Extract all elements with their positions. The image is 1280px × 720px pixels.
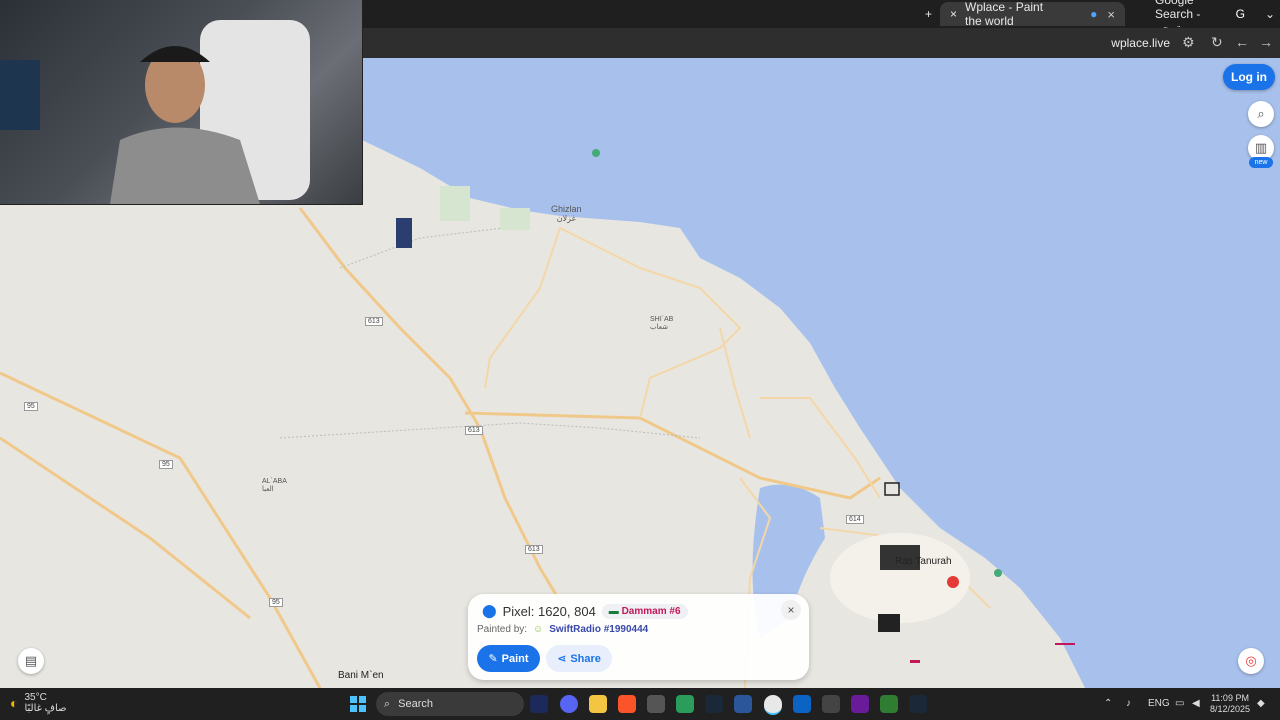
webcam-overlay	[0, 0, 363, 205]
road-number: 95	[269, 598, 283, 607]
place-label-shiab: SHI`AB شعاب	[650, 316, 674, 331]
windows-start-icon[interactable]	[350, 696, 366, 712]
globe-icon: ●	[1090, 7, 1098, 21]
pencil-icon: ✎	[488, 653, 498, 665]
place-label-bani-men: Bani M`en	[338, 670, 384, 681]
user-avatar-icon: ☺	[533, 624, 544, 635]
share-button[interactable]: ⋖ Share	[546, 645, 612, 672]
google-icon: G	[1235, 7, 1245, 21]
app-icon-blue[interactable]	[734, 695, 752, 713]
reload-icon[interactable]: ↻	[1211, 34, 1223, 51]
paint-button[interactable]: ✎ Paint	[477, 645, 540, 672]
site-settings-icon[interactable]: ⚙	[1182, 34, 1195, 51]
notification-bell-icon[interactable]: ◆	[1257, 698, 1265, 709]
tray-chevron-icon[interactable]: ⌃	[1104, 698, 1112, 709]
pixel-info-panel: ⬤ Pixel: 1620, 804 ▬ Dammam #6 Painted b…	[468, 594, 809, 680]
park-area	[440, 186, 470, 221]
painted-by-row: Painted by: ☺ SwiftRadio #1990444	[477, 624, 649, 635]
weather-widget[interactable]: ◐ 35°C صافٍ غالبًا	[10, 692, 67, 714]
pixel-info-header: ⬤ Pixel: 1620, 804 ▬ Dammam #6	[482, 603, 688, 619]
store-icon[interactable]	[647, 695, 665, 713]
road-number: 613	[465, 426, 483, 435]
place-label-ghizlan: Ghizlan غزلان	[551, 204, 582, 223]
layers-icon[interactable]: ▤	[18, 648, 44, 674]
network-icon[interactable]: ▭	[1175, 698, 1184, 709]
webcam-person-image	[0, 20, 310, 204]
place-label-alaba: AL`ABA العبا	[262, 478, 287, 493]
search-icon: ⌕	[384, 697, 391, 710]
forward-icon[interactable]: →	[1259, 34, 1273, 50]
park-area-2	[500, 208, 530, 230]
windows-taskbar: ◐ 35°C صافٍ غالبًا ⌕ Search ⌃ ♪ ENG ▭ ◀ …	[0, 688, 1280, 720]
road-number: 614	[846, 515, 864, 524]
close-panel-button[interactable]: ×	[781, 600, 801, 620]
app-icon-green[interactable]	[676, 695, 694, 713]
brave-icon[interactable]	[618, 695, 636, 713]
excel-icon[interactable]	[880, 695, 898, 713]
road-number: 613	[525, 545, 543, 554]
tab-wplace[interactable]: × Wplace - Paint the world ● ×	[940, 0, 1125, 28]
edge-icon[interactable]	[793, 695, 811, 713]
microphone-icon[interactable]: ♪	[1126, 698, 1131, 709]
tab-close-icon[interactable]: ×	[950, 7, 957, 21]
back-icon[interactable]: ←	[1235, 34, 1249, 50]
volume-icon[interactable]: ◀	[1192, 698, 1200, 709]
painter-name[interactable]: SwiftRadio #1990444	[549, 624, 648, 635]
weather-icon: ◐	[10, 695, 19, 711]
share-icon: ⋖	[557, 653, 567, 665]
region-badge[interactable]: ▬ Dammam #6	[601, 603, 688, 619]
search-location-icon[interactable]: ⌕	[1248, 101, 1274, 127]
road-number: 95	[24, 402, 38, 411]
discord-icon[interactable]	[560, 695, 578, 713]
tab-label: Wplace - Paint the world	[965, 0, 1044, 28]
steam-icon-2[interactable]	[909, 695, 927, 713]
taskbar-clock[interactable]: 11:09 PM 8/12/2025	[1210, 693, 1250, 715]
close-tab-icon[interactable]: ×	[1107, 7, 1115, 22]
tab-google-search[interactable]: Google Search - مترجم G	[1145, 0, 1255, 35]
app-icon-purple[interactable]	[851, 695, 869, 713]
address-bar-url[interactable]: wplace.live	[1111, 36, 1170, 50]
saudi-flag-icon: ▬	[608, 605, 619, 617]
map-pin-icon: ⬤	[482, 603, 497, 618]
tab-menu-chevron-icon[interactable]: ⌄	[1255, 2, 1277, 26]
pixel-coordinates: Pixel: 1620, 804	[502, 603, 596, 619]
locate-icon[interactable]: ◎	[1238, 648, 1264, 674]
language-indicator[interactable]: ENG	[1148, 698, 1170, 709]
taskbar-search[interactable]: ⌕ Search	[376, 692, 524, 716]
file-explorer-icon[interactable]	[589, 695, 607, 713]
road-number: 95	[159, 460, 173, 469]
login-button[interactable]: Log in	[1223, 64, 1275, 90]
steam-icon[interactable]	[705, 695, 723, 713]
place-label-ras-tanurah: Ras Tanurah	[895, 556, 952, 567]
app-icon-gray[interactable]	[822, 695, 840, 713]
new-badge: new	[1249, 157, 1273, 168]
road-number: 613	[365, 317, 383, 326]
chrome-icon[interactable]	[764, 695, 782, 715]
app-icon[interactable]	[530, 695, 548, 713]
new-tab-button[interactable]: +	[915, 2, 937, 26]
